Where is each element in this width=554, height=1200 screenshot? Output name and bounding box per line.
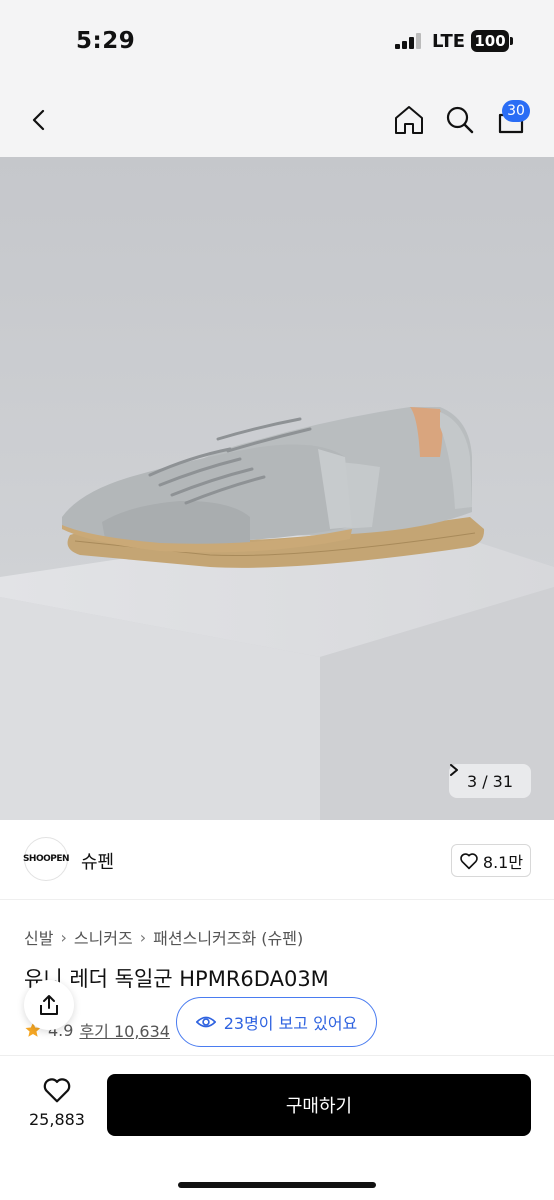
status-bar: 5:29 LTE 100 [0,0,554,82]
brand-logo-text: SHOOPEN [22,854,70,864]
breadcrumb-item[interactable]: 신발 [24,925,53,949]
breadcrumb-item[interactable]: 패션스니커즈화 (슈펜) [153,925,303,949]
brand-like-button[interactable]: 8.1만 [451,844,531,877]
buy-button[interactable]: 구매하기 [107,1074,531,1136]
home-button[interactable] [389,100,429,140]
wishlist-button[interactable]: 25,883 [18,1076,96,1142]
home-indicator [178,1182,376,1188]
breadcrumb-separator-icon: › [60,927,67,947]
image-counter-text: 3 / 31 [466,771,514,791]
brand-name[interactable]: 슈펜 [81,848,114,874]
nav-bar [0,82,554,157]
brand-logo[interactable]: SHOOPEN [22,837,70,881]
share-icon [40,995,58,1015]
review-link[interactable]: 후기 10,634 [79,1018,170,1042]
wishlist-count: 25,883 [29,1110,85,1129]
status-time: 5:29 [76,28,136,54]
signal-icon [395,33,422,49]
sneaker-photo [0,157,554,820]
cart-count-badge: 30 [502,100,530,122]
network-label: LTE [432,31,466,52]
viewing-count-text: 23명이 보고 있어요 [223,1014,358,1033]
product-image[interactable]: 3 / 31 [0,157,554,820]
bottom-bar: 25,883 구매하기 [0,1055,554,1200]
breadcrumb-item[interactable]: 스니커즈 [74,925,133,949]
heart-icon [43,1078,71,1103]
battery-icon: 100 [471,30,509,52]
search-button[interactable] [440,100,480,140]
chevron-right-icon [450,764,458,776]
battery-tip [510,37,513,45]
brand-row: SHOOPEN 슈펜 8.1만 [0,820,554,900]
heart-icon [460,852,478,869]
image-counter[interactable]: 3 / 31 [449,764,531,798]
back-button[interactable] [20,100,60,140]
chevron-left-icon [32,109,45,131]
viewing-count-pill: 23명이 보고 있어요 [176,997,377,1047]
breadcrumb-separator-icon: › [139,927,147,947]
share-button[interactable] [24,980,74,1030]
eye-icon [195,1016,216,1028]
home-icon [395,106,423,134]
brand-like-count: 8.1만 [482,852,524,872]
search-icon [446,106,474,134]
product-title: 유니 레더 독일군 HPMR6DA03M [24,967,329,991]
breadcrumb: 신발 › 스니커즈 › 패션스니커즈화 (슈펜) [24,925,303,949]
